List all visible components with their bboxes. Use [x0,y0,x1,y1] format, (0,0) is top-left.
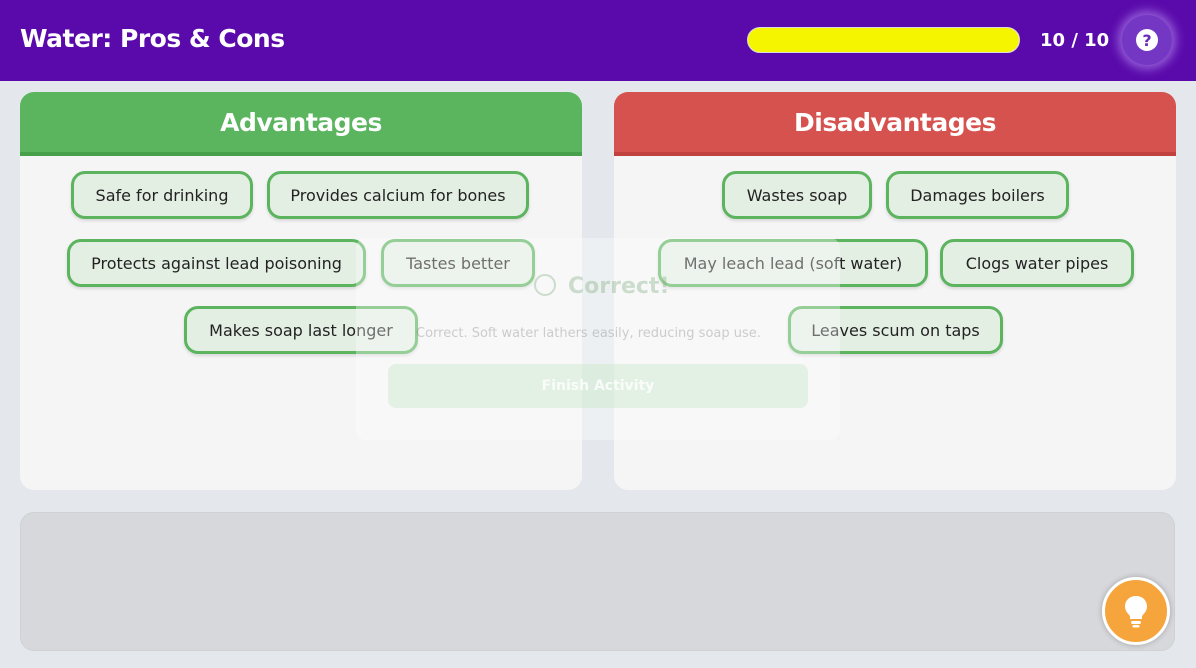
hint-button[interactable] [1102,577,1170,645]
feedback-dialog: Correct! Correct. Soft water lathers eas… [356,238,840,440]
feedback-message: Correct. Soft water lathers easily, redu… [416,326,761,341]
progress-bar [747,27,1020,53]
top-bar: Water: Pros & Cons 10 / 10 ? [0,0,1196,81]
advantages-header: Advantages [20,92,582,156]
progress-count: 10 / 10 [1040,30,1110,51]
disadvantages-header: Disadvantages [614,92,1176,156]
activity-title: Water: Pros & Cons [20,24,285,53]
answer-chip[interactable]: Clogs water pipes [940,239,1134,287]
lightbulb-icon [1125,596,1147,628]
answer-chip[interactable]: Safe for drinking [71,171,253,219]
answer-tray[interactable] [20,512,1175,651]
feedback-title: Correct! [568,274,670,299]
help-button[interactable]: ? [1122,15,1172,65]
answer-chip[interactable]: Protects against lead poisoning [67,239,366,287]
answer-chip[interactable]: Wastes soap [722,171,872,219]
finish-activity-button[interactable]: Finish Activity [388,364,808,408]
progress-fill [748,28,1019,52]
question-circle-icon: ? [1136,29,1158,51]
answer-chip[interactable]: Provides calcium for bones [267,171,529,219]
answer-chip[interactable]: Damages boilers [886,171,1069,219]
